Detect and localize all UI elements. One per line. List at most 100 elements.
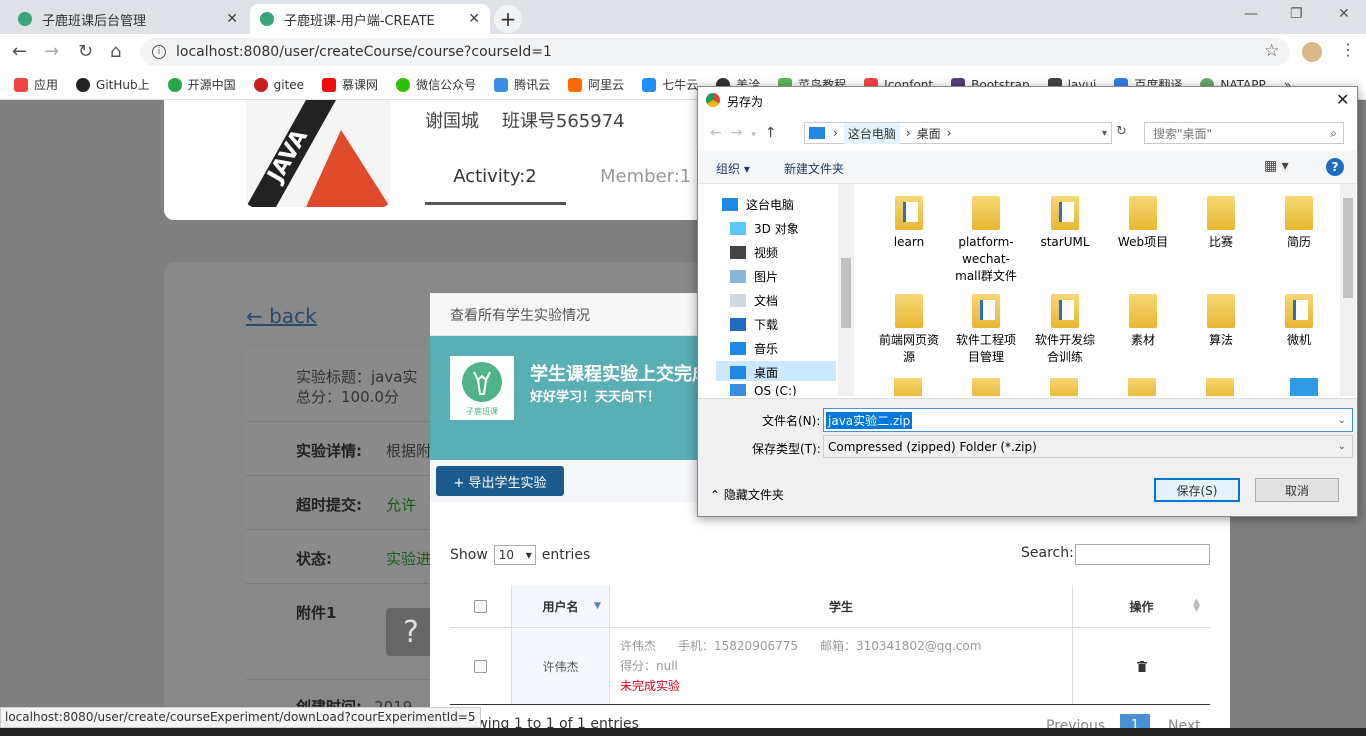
dialog-close-icon[interactable]: ✕ bbox=[1336, 90, 1349, 109]
tree-scrollbar[interactable] bbox=[838, 184, 854, 396]
col-username[interactable]: 用户名 ▼ bbox=[512, 585, 610, 627]
tab-member[interactable]: Member:1 bbox=[600, 166, 691, 187]
folder-se-pm[interactable]: 软件工程项目管理 bbox=[951, 294, 1021, 366]
tree-item-videos[interactable]: 视频 bbox=[730, 244, 778, 261]
minimize-icon[interactable]: — bbox=[1244, 6, 1258, 22]
dialog-back-icon[interactable]: ← bbox=[710, 125, 722, 141]
browser-tab-create[interactable]: 子鹿班课-用户端-CREATE ✕ bbox=[250, 4, 490, 34]
filename-input[interactable]: java实验二.zip ⌄ bbox=[823, 408, 1353, 432]
path-this-pc[interactable]: 这台电脑 bbox=[843, 122, 900, 144]
bookmark-wechat[interactable]: 微信公众号 bbox=[396, 76, 476, 93]
bookmark-star-icon[interactable]: ☆ bbox=[1264, 41, 1279, 61]
tree-item-c-drive[interactable]: OS (C:) bbox=[730, 384, 797, 396]
status-label: 状态: bbox=[296, 550, 332, 568]
folder-microcomputer[interactable]: 微机 bbox=[1264, 294, 1334, 349]
select-all-checkbox[interactable] bbox=[474, 599, 487, 613]
col-actions[interactable]: 操作 ▲ ▼ bbox=[1073, 585, 1210, 627]
browser-menu-icon[interactable]: ⋮ bbox=[1340, 40, 1356, 59]
tree-item-music[interactable]: 音乐 bbox=[730, 340, 778, 357]
entries-value: 10 bbox=[498, 548, 515, 562]
forward-arrow-icon[interactable]: → bbox=[44, 41, 59, 62]
browser-tab-admin[interactable]: 子鹿班课后台管理 ✕ bbox=[8, 4, 248, 34]
folder-learn[interactable]: learn bbox=[874, 196, 944, 251]
folder-resume[interactable]: 简历 bbox=[1264, 196, 1334, 251]
folder-icon bbox=[895, 294, 923, 328]
bookmark-apps[interactable]: 应用 bbox=[14, 76, 58, 93]
organize-menu[interactable]: 组织 ▾ bbox=[716, 160, 750, 177]
files-scrollbar[interactable] bbox=[1340, 184, 1356, 396]
help-icon[interactable]: ? bbox=[1326, 158, 1344, 176]
folder-staruml[interactable]: starUML bbox=[1030, 196, 1100, 251]
tree-item-desktop[interactable]: 桌面 bbox=[730, 364, 778, 381]
path-dropdown-icon[interactable]: ▾ bbox=[1102, 128, 1107, 139]
folder-web[interactable]: Web项目 bbox=[1108, 196, 1178, 251]
chevron-down-icon[interactable]: ⌄ bbox=[1338, 415, 1346, 426]
hide-folders-toggle[interactable]: ⌃ 隐藏文件夹 bbox=[710, 486, 784, 503]
tree-label: OS (C:) bbox=[754, 384, 797, 396]
tree-item-downloads[interactable]: 下载 bbox=[730, 316, 778, 333]
folder-frontend[interactable]: 前端网页资源 bbox=[874, 294, 944, 366]
close-window-icon[interactable]: ✕ bbox=[1338, 6, 1350, 22]
site-info-icon[interactable]: i bbox=[152, 45, 166, 59]
back-link[interactable]: ← back bbox=[246, 304, 317, 328]
close-tab-icon[interactable]: ✕ bbox=[468, 11, 480, 27]
dialog-path-bar[interactable]: › 这台电脑 › 桌面 › ▾ bbox=[804, 122, 1112, 144]
folder-material[interactable]: 素材 bbox=[1108, 294, 1178, 349]
home-icon[interactable]: ⌂ bbox=[110, 41, 121, 62]
banner-subtitle: 好好学习！天天向下！ bbox=[530, 390, 661, 405]
new-tab-button[interactable]: + bbox=[494, 5, 522, 33]
bookmark-aliyun[interactable]: 阿里云 bbox=[568, 76, 624, 93]
folder-icon bbox=[972, 378, 1000, 396]
close-tab-icon[interactable]: ✕ bbox=[226, 11, 238, 27]
bookmark-github[interactable]: GitHub上 bbox=[76, 76, 150, 93]
entries-select[interactable]: 10 ▾ bbox=[493, 545, 536, 565]
student-phone: 手机：15820906775 bbox=[678, 639, 798, 653]
bookmark-qiniu[interactable]: 七牛云 bbox=[642, 76, 698, 93]
row-checkbox[interactable] bbox=[474, 659, 487, 673]
tree-item-pictures[interactable]: 图片 bbox=[730, 268, 778, 285]
cancel-button[interactable]: 取消 bbox=[1255, 478, 1339, 502]
dialog-refresh-icon[interactable]: ↻ bbox=[1116, 124, 1127, 139]
tab-activity[interactable]: Activity:2 bbox=[425, 166, 565, 187]
bookmark-oschina[interactable]: 开源中国 bbox=[167, 76, 236, 93]
tree-item-3d[interactable]: 3D 对象 bbox=[730, 220, 799, 237]
banner-title: 学生课程实验上交完成 bbox=[530, 364, 710, 385]
path-desktop[interactable]: 桌面 bbox=[917, 125, 941, 142]
monitor-icon bbox=[1290, 378, 1318, 396]
folder-contest[interactable]: 比赛 bbox=[1186, 196, 1256, 251]
reload-icon[interactable]: ↻ bbox=[78, 41, 93, 62]
3d-objects-icon bbox=[730, 222, 746, 235]
back-arrow-icon[interactable]: ← bbox=[12, 41, 27, 62]
folder-icon bbox=[895, 196, 923, 230]
folder-label: learn bbox=[893, 235, 925, 249]
profile-avatar[interactable] bbox=[1302, 42, 1322, 62]
dialog-search-input[interactable]: 搜索"桌面" ⌕ bbox=[1144, 122, 1344, 144]
up-folder-icon[interactable]: ↑ bbox=[765, 125, 777, 141]
folder-platform[interactable]: platform-wechat-mall群文件 bbox=[951, 196, 1021, 285]
scrollbar-thumb[interactable] bbox=[841, 258, 851, 328]
table-search-input[interactable] bbox=[1075, 544, 1210, 565]
new-folder-button[interactable]: 新建文件夹 bbox=[784, 160, 844, 177]
tree-item-documents[interactable]: 文档 bbox=[730, 292, 778, 309]
folder-se-training[interactable]: 软件开发综合训练 bbox=[1030, 294, 1100, 366]
dialog-title: 另存为 bbox=[727, 95, 764, 109]
tree-label: 这台电脑 bbox=[746, 198, 795, 212]
bookmark-tencentcloud[interactable]: 腾讯云 bbox=[494, 76, 550, 93]
attachment-file-icon[interactable]: ? bbox=[386, 608, 436, 656]
bookmark-gitee[interactable]: gitee bbox=[253, 77, 304, 92]
folder-algorithm[interactable]: 算法 bbox=[1186, 294, 1256, 349]
trash-icon[interactable] bbox=[1136, 660, 1147, 672]
recent-locations-icon[interactable]: ▾ bbox=[751, 130, 756, 140]
maximize-icon[interactable]: ❐ bbox=[1290, 6, 1303, 22]
filetype-select[interactable]: Compressed (zipped) Folder (*.zip) ⌄ bbox=[823, 435, 1353, 458]
username-cell: 许伟杰 bbox=[512, 627, 610, 704]
dialog-forward-icon[interactable]: → bbox=[731, 125, 743, 141]
view-options-icon[interactable]: ▦ ▾ bbox=[1264, 158, 1289, 174]
address-bar[interactable]: i localhost:8080/user/createCourse/cours… bbox=[140, 38, 1290, 66]
export-students-button[interactable]: + 导出学生实验 bbox=[436, 466, 564, 496]
bookmark-imooc[interactable]: 慕课网 bbox=[322, 76, 378, 93]
aliyun-icon bbox=[568, 77, 583, 92]
save-button[interactable]: 保存(S) bbox=[1154, 478, 1240, 502]
scrollbar-thumb[interactable] bbox=[1343, 198, 1353, 298]
tree-item-this-pc[interactable]: 这台电脑 bbox=[722, 196, 794, 213]
